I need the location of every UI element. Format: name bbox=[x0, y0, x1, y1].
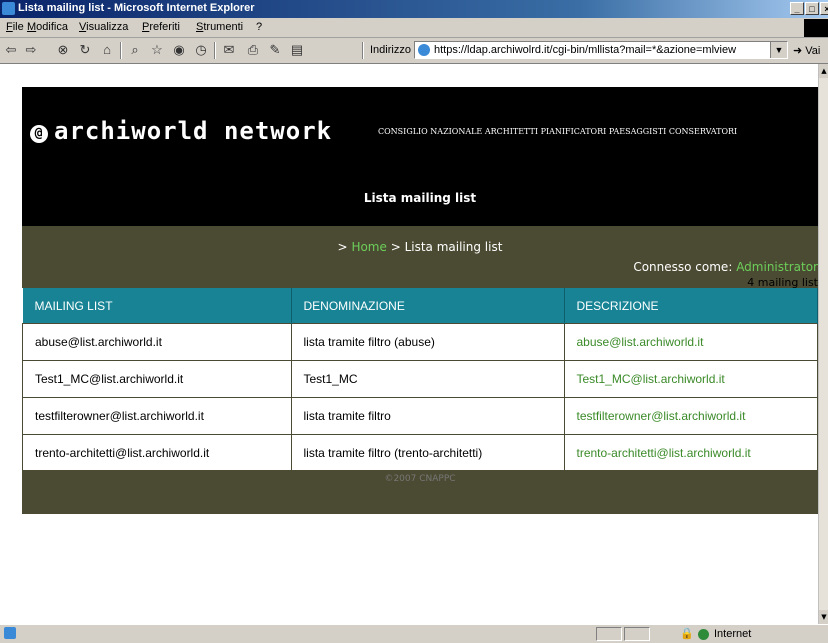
mailing-list-cell: Test1_MC@list.archiworld.it bbox=[22, 360, 292, 398]
minimize-button[interactable]: _ bbox=[790, 2, 804, 15]
col-header-descrizione: DESCRIZIONE bbox=[564, 288, 818, 324]
status-pane bbox=[596, 627, 622, 641]
favorites-icon[interactable]: ☆ bbox=[148, 42, 166, 58]
globe-icon bbox=[698, 629, 709, 640]
user-link[interactable]: Administrator bbox=[736, 260, 818, 274]
denominazione-cell: lista tramite filtro (abuse) bbox=[290, 323, 565, 361]
forward-icon[interactable]: ⇨ bbox=[22, 42, 40, 58]
home-icon[interactable]: ⌂ bbox=[98, 42, 116, 58]
lock-icon: 🔒 bbox=[680, 628, 694, 640]
toolbar-separator bbox=[214, 42, 216, 59]
menu-file[interactable]: File bbox=[6, 21, 24, 33]
toolbar: ⇦ ⇨ ⊗ ↻ ⌂ ⌕ ☆ ◉ ◷ ✉ ⎙ ✎ ▤ Indirizzo http… bbox=[0, 38, 828, 64]
mailing-list-cell: testfilterowner@list.archiworld.it bbox=[22, 397, 292, 435]
denominazione-cell: lista tramite filtro (trento-architetti) bbox=[290, 434, 565, 472]
menu-preferiti[interactable]: Preferiti bbox=[142, 21, 180, 33]
connected-as: Connesso come: Administrator bbox=[633, 260, 818, 274]
refresh-icon[interactable]: ↻ bbox=[76, 42, 94, 58]
col-header-denominazione: DENOMINAZIONE bbox=[291, 288, 565, 324]
close-button[interactable]: × bbox=[820, 2, 828, 15]
maximize-button[interactable]: □ bbox=[805, 2, 819, 15]
menubar: File Modifica Visualizza Preferiti Strum… bbox=[0, 18, 828, 38]
status-pane bbox=[624, 627, 650, 641]
page-viewport: @ archiworld network CONSIGLIO NAZIONALE … bbox=[0, 64, 818, 624]
security-zone: Internet bbox=[714, 628, 752, 640]
history-icon[interactable]: ◷ bbox=[192, 42, 210, 58]
scroll-down-icon[interactable]: ▼ bbox=[819, 610, 828, 624]
chevron-down-icon[interactable]: ▼ bbox=[770, 42, 787, 58]
site-footer: ©2007 CNAPPC bbox=[22, 470, 818, 514]
logo-mark-icon: @ bbox=[30, 125, 48, 143]
page-title: Lista mailing list bbox=[363, 191, 477, 205]
windows-logo-icon bbox=[804, 19, 828, 37]
page-status-icon bbox=[4, 627, 16, 639]
mailing-list-cell: abuse@list.archiworld.it bbox=[22, 323, 292, 361]
table-header-row: MAILING LIST DENOMINAZIONE DESCRIZIONE bbox=[22, 288, 818, 324]
denominazione-cell: Test1_MC bbox=[290, 360, 565, 398]
denominazione-cell: lista tramite filtro bbox=[290, 397, 565, 435]
page-icon bbox=[418, 44, 430, 56]
logo-text: archiworld network bbox=[54, 117, 333, 145]
breadcrumb-current: > Lista mailing list bbox=[390, 240, 503, 254]
descrizione-link[interactable]: testfilterowner@list.archiworld.it bbox=[563, 397, 818, 435]
mailing-list-table: MAILING LIST DENOMINAZIONE DESCRIZIONE a… bbox=[22, 288, 818, 472]
go-button[interactable]: ➜ Vai bbox=[793, 44, 820, 57]
breadcrumb-home-link[interactable]: Home bbox=[351, 240, 386, 254]
descrizione-link[interactable]: abuse@list.archiworld.it bbox=[563, 323, 818, 361]
mailing-list-cell: trento-architetti@list.archiworld.it bbox=[22, 434, 292, 472]
search-icon[interactable]: ⌕ bbox=[126, 42, 144, 58]
breadcrumb-bar: > Home > Lista mailing list Connesso com… bbox=[22, 226, 818, 289]
menu-modifica[interactable]: Modifica bbox=[27, 21, 68, 33]
ie-icon bbox=[2, 2, 15, 15]
table-row[interactable]: abuse@list.archiworld.it lista tramite f… bbox=[22, 323, 818, 361]
table-row[interactable]: Test1_MC@list.archiworld.it Test1_MC Tes… bbox=[22, 360, 818, 398]
address-url[interactable]: https://ldap.archiwolrd.it/cgi-bin/mllis… bbox=[434, 44, 736, 56]
site-header: @ archiworld network CONSIGLIO NAZIONALE … bbox=[22, 87, 818, 226]
copyright: ©2007 CNAPPC bbox=[384, 474, 456, 484]
org-name: CONSIGLIO NAZIONALE ARCHITETTI PIANIFICA… bbox=[378, 127, 738, 136]
toolbar-separator bbox=[120, 42, 122, 59]
window-title: Lista mailing list - Microsoft Internet … bbox=[18, 2, 255, 14]
scroll-up-icon[interactable]: ▲ bbox=[819, 64, 828, 78]
connected-label: Connesso come: bbox=[633, 260, 733, 274]
col-header-mailing-list: MAILING LIST bbox=[22, 288, 292, 324]
status-bar: 🔒 Internet bbox=[0, 624, 828, 643]
media-icon[interactable]: ◉ bbox=[170, 42, 188, 58]
window-titlebar: Lista mailing list - Microsoft Internet … bbox=[0, 0, 828, 18]
menu-visualizza[interactable]: Visualizza bbox=[79, 21, 128, 33]
breadcrumb: > Home > Lista mailing list bbox=[22, 240, 818, 254]
address-bar[interactable]: https://ldap.archiwolrd.it/cgi-bin/mllis… bbox=[414, 41, 788, 59]
menu-help[interactable]: ? bbox=[256, 21, 262, 33]
address-label: Indirizzo bbox=[370, 44, 411, 56]
discuss-icon[interactable]: ▤ bbox=[288, 42, 306, 58]
back-icon[interactable]: ⇦ bbox=[2, 42, 20, 58]
site-logo[interactable]: @ archiworld network bbox=[30, 117, 332, 145]
go-label: Vai bbox=[805, 45, 821, 57]
edit-icon[interactable]: ✎ bbox=[266, 42, 284, 58]
descrizione-link[interactable]: Test1_MC@list.archiworld.it bbox=[563, 360, 818, 398]
print-icon[interactable]: ⎙ bbox=[244, 42, 262, 58]
toolbar-separator bbox=[362, 42, 364, 59]
stop-icon[interactable]: ⊗ bbox=[54, 42, 72, 58]
breadcrumb-separator: > bbox=[337, 240, 348, 254]
descrizione-link[interactable]: trento-architetti@list.archiworld.it bbox=[563, 434, 818, 472]
mail-icon[interactable]: ✉ bbox=[220, 42, 238, 58]
menu-strumenti[interactable]: Strumenti bbox=[196, 21, 243, 33]
vertical-scrollbar[interactable]: ▲ ▼ bbox=[818, 64, 828, 624]
table-row[interactable]: testfilterowner@list.archiworld.it lista… bbox=[22, 397, 818, 435]
table-row[interactable]: trento-architetti@list.archiworld.it lis… bbox=[22, 434, 818, 472]
